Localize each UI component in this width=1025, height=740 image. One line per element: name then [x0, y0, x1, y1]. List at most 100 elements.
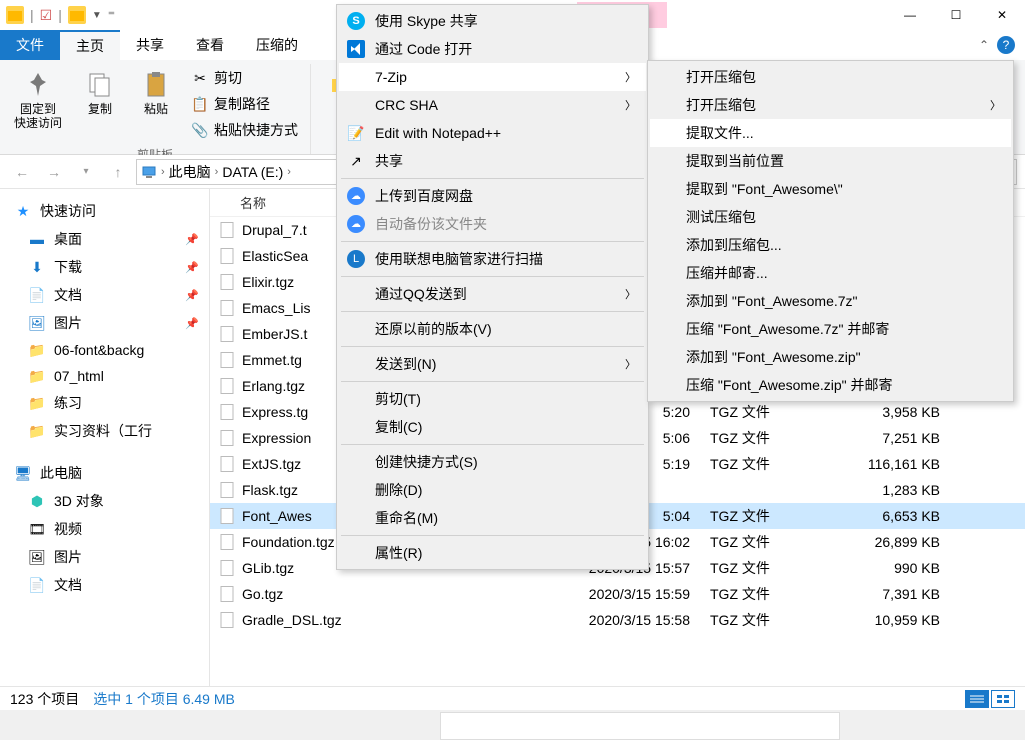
menu-item[interactable]: 重命名(M) [339, 504, 646, 532]
lenovo-icon: L [347, 250, 365, 268]
menu-item[interactable]: ☁自动备份该文件夹 [339, 210, 646, 238]
chevron-right-icon[interactable]: › [287, 166, 291, 178]
tab-file[interactable]: 文件 [0, 30, 60, 60]
help-icon[interactable]: ? [997, 36, 1015, 54]
submenu-item[interactable]: 压缩并邮寄... [650, 259, 1011, 287]
menu-item[interactable]: 通过QQ发送到〉 [339, 280, 646, 308]
nav-history-button[interactable]: ▾ [72, 159, 100, 185]
nav-folder-4[interactable]: 📁实习资料（工行 [0, 417, 209, 445]
nav-documents[interactable]: 📄文档 [0, 281, 209, 309]
folder-icon: 📁 [28, 341, 46, 359]
nav-up-button[interactable]: ↑ [104, 159, 132, 185]
view-details-button[interactable] [965, 690, 989, 708]
minimize-button[interactable]: — [887, 0, 933, 30]
qat-sep: | [58, 7, 62, 23]
menu-item[interactable]: 还原以前的版本(V) [339, 315, 646, 343]
submenu-item[interactable]: 提取到 "Font_Awesome\" [650, 175, 1011, 203]
submenu-item[interactable]: 压缩 "Font_Awesome.zip" 并邮寄 [650, 371, 1011, 399]
video-icon: 🎞 [28, 520, 46, 538]
nav-this-pc[interactable]: 🖥此电脑 [0, 459, 209, 487]
nav-pictures[interactable]: 🖼图片 [0, 309, 209, 337]
submenu-item[interactable]: 打开压缩包 [650, 63, 1011, 91]
menu-item[interactable]: 7-Zip〉 [339, 63, 646, 91]
nav-folder-3[interactable]: 📁练习 [0, 389, 209, 417]
file-size: 1,283 KB [840, 482, 960, 498]
menu-item[interactable]: CRC SHA〉 [339, 91, 646, 119]
copy-path-button[interactable]: 📋复制路径 [188, 92, 302, 116]
chevron-right-icon[interactable]: › [161, 166, 165, 178]
paste-button[interactable]: 粘贴 [130, 64, 182, 120]
submenu-item[interactable]: 添加到 "Font_Awesome.zip" [650, 343, 1011, 371]
file-row[interactable]: Gradle_DSL.tgz2020/3/15 15:58TGZ 文件10,95… [210, 607, 1025, 633]
menu-item[interactable]: L使用联想电脑管家进行扫描 [339, 245, 646, 273]
menu-label: 添加到 "Font_Awesome.zip" [686, 347, 861, 367]
file-type: TGZ 文件 [710, 402, 840, 422]
tab-share[interactable]: 共享 [120, 30, 180, 60]
menu-item[interactable]: ☁上传到百度网盘 [339, 182, 646, 210]
nav-back-button[interactable]: ← [8, 159, 36, 185]
menu-item[interactable]: 创建快捷方式(S) [339, 448, 646, 476]
file-row[interactable]: Go.tgz2020/3/15 15:59TGZ 文件7,391 KB [210, 581, 1025, 607]
collapse-ribbon-icon[interactable]: ⌃ [979, 38, 989, 52]
chevron-right-icon[interactable]: › [215, 166, 219, 178]
vscode-icon [347, 40, 365, 58]
nav-pictures-2[interactable]: 🖼图片 [0, 543, 209, 571]
maximize-button[interactable]: ☐ [933, 0, 979, 30]
menu-item[interactable]: S使用 Skype 共享 [339, 7, 646, 35]
menu-label: 剪切(T) [375, 389, 421, 409]
nav-quick-access[interactable]: ★快速访问 [0, 197, 209, 225]
submenu-item[interactable]: 打开压缩包〉 [650, 91, 1011, 119]
tab-view[interactable]: 查看 [180, 30, 240, 60]
view-icons-button[interactable] [991, 690, 1015, 708]
submenu-item[interactable]: 添加到压缩包... [650, 231, 1011, 259]
nav-video[interactable]: 🎞视频 [0, 515, 209, 543]
skype-icon: S [347, 12, 365, 30]
copy-button[interactable]: 复制 [74, 64, 126, 120]
file-icon [218, 611, 236, 629]
menu-label: 添加到 "Font_Awesome.7z" [686, 291, 858, 311]
checkbox-icon[interactable]: ☑ [40, 7, 53, 24]
menu-item[interactable]: 剪切(T) [339, 385, 646, 413]
submenu-item[interactable]: 添加到 "Font_Awesome.7z" [650, 287, 1011, 315]
submenu-item[interactable]: 提取文件... [650, 119, 1011, 147]
menu-label: 共享 [375, 151, 403, 171]
menu-item[interactable]: 发送到(N)〉 [339, 350, 646, 378]
nav-documents-2[interactable]: 📄文档 [0, 571, 209, 599]
menu-item[interactable]: 通过 Code 打开 [339, 35, 646, 63]
close-button[interactable]: ✕ [979, 0, 1025, 30]
menu-label: 压缩 "Font_Awesome.7z" 并邮寄 [686, 319, 889, 339]
tab-home[interactable]: 主页 [60, 30, 120, 60]
tab-compress[interactable]: 压缩的 [240, 30, 314, 60]
nav-forward-button[interactable]: → [40, 159, 68, 185]
menu-label: 重命名(M) [375, 508, 438, 528]
submenu-7zip: 打开压缩包打开压缩包〉提取文件...提取到当前位置提取到 "Font_Aweso… [647, 60, 1014, 402]
nav-folder-1[interactable]: 📁06-font&backg [0, 337, 209, 363]
file-icon [218, 403, 236, 421]
file-icon [218, 221, 236, 239]
crumb-drive[interactable]: DATA (E:) [222, 164, 283, 180]
menu-item[interactable]: 复制(C) [339, 413, 646, 441]
paste-shortcut-button[interactable]: 📎粘贴快捷方式 [188, 118, 302, 142]
nav-folder-2[interactable]: 📁07_html [0, 363, 209, 389]
submenu-item[interactable]: 测试压缩包 [650, 203, 1011, 231]
context-menu: S使用 Skype 共享通过 Code 打开7-Zip〉CRC SHA〉📝Edi… [336, 4, 649, 570]
nav-3d-objects[interactable]: ⬢3D 对象 [0, 487, 209, 515]
submenu-item[interactable]: 提取到当前位置 [650, 147, 1011, 175]
pin-to-quick-access-button[interactable]: 固定到 快速访问 [6, 64, 70, 134]
menu-item[interactable]: ↗共享 [339, 147, 646, 175]
menu-label: 打开压缩包 [686, 67, 756, 87]
menu-item[interactable]: 删除(D) [339, 476, 646, 504]
qat-overflow[interactable]: ⁼ [108, 7, 115, 24]
dropdown-icon[interactable]: ▼ [92, 10, 102, 21]
folder-icon: 📁 [28, 367, 46, 385]
crumb-this-pc[interactable]: 此电脑 [169, 162, 211, 182]
menu-item[interactable]: 📝Edit with Notepad++ [339, 119, 646, 147]
folder-small-icon [68, 6, 86, 24]
menu-item[interactable]: 属性(R) [339, 539, 646, 567]
menu-label: 测试压缩包 [686, 207, 756, 227]
submenu-item[interactable]: 压缩 "Font_Awesome.7z" 并邮寄 [650, 315, 1011, 343]
file-type: TGZ 文件 [710, 428, 840, 448]
nav-downloads[interactable]: ⬇下载 [0, 253, 209, 281]
cut-button[interactable]: ✂剪切 [188, 66, 302, 90]
nav-desktop[interactable]: ▬桌面 [0, 225, 209, 253]
